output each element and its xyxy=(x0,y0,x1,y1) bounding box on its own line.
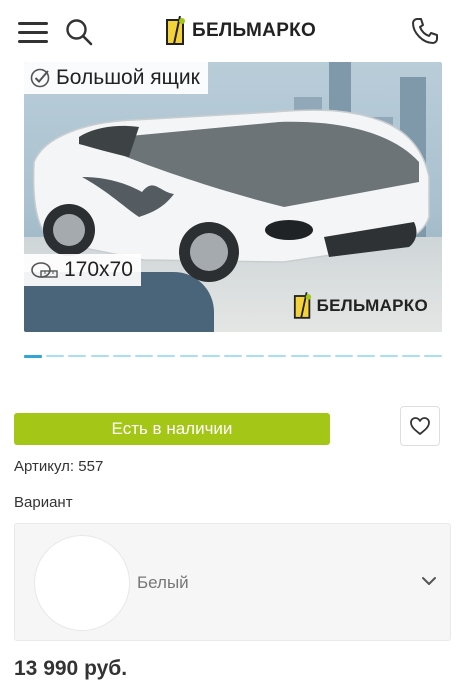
slider-dot[interactable] xyxy=(201,355,220,357)
slider-dot[interactable] xyxy=(135,355,154,357)
search-icon[interactable] xyxy=(64,17,94,47)
feature-badge-text: Большой ящик xyxy=(56,66,200,89)
tape-measure-icon xyxy=(31,262,58,278)
slider-dot[interactable] xyxy=(268,355,287,357)
slider-dot[interactable] xyxy=(90,355,109,357)
slider-dot[interactable] xyxy=(157,355,176,357)
size-badge-text: 170х70 xyxy=(64,258,133,281)
variant-label: Вариант xyxy=(14,494,73,511)
slider-dot[interactable] xyxy=(401,355,420,357)
slider-dot[interactable] xyxy=(423,355,442,357)
brand-watermark: БЕЛЬМАРКО xyxy=(293,292,428,320)
variant-select[interactable]: Белый xyxy=(14,523,451,641)
variant-color-swatch xyxy=(34,535,130,631)
variant-value: Белый xyxy=(137,573,189,592)
slider-dot[interactable] xyxy=(46,355,65,357)
in-stock-button[interactable]: Есть в наличии xyxy=(14,413,330,445)
header: БЕЛЬМАРКО xyxy=(0,0,465,62)
feature-badge: Большой ящик xyxy=(24,62,208,94)
add-to-favorites-button[interactable] xyxy=(400,406,440,446)
heart-icon xyxy=(410,417,430,435)
logo[interactable]: БЕЛЬМАРКО xyxy=(165,14,316,48)
product-sku: Артикул: 557 xyxy=(14,458,104,475)
slider-dot[interactable] xyxy=(68,355,87,357)
slider-dot[interactable] xyxy=(312,355,331,357)
slider-dot[interactable] xyxy=(290,355,309,357)
slider-dot[interactable] xyxy=(357,355,376,357)
product-price: 13 990 руб. xyxy=(14,657,128,680)
slider-dot[interactable] xyxy=(179,355,198,357)
watermark-text: БЕЛЬМАРКО xyxy=(316,296,428,315)
slider-dot[interactable] xyxy=(335,355,354,357)
checkmark-circle-icon xyxy=(30,68,50,88)
size-badge: 170х70 xyxy=(24,254,141,286)
menu-line xyxy=(18,22,48,25)
slider-dot[interactable] xyxy=(112,355,131,357)
logo-glass-icon xyxy=(166,16,185,45)
slider-dot[interactable] xyxy=(223,355,242,357)
logo-glass-icon xyxy=(293,292,311,319)
slider-dot[interactable] xyxy=(379,355,398,357)
hamburger-menu-icon[interactable] xyxy=(18,20,48,44)
slider-dot[interactable] xyxy=(24,355,42,358)
phone-icon[interactable] xyxy=(410,16,440,46)
menu-line xyxy=(18,40,48,43)
slider-pagination xyxy=(24,355,442,359)
product-image-slider[interactable]: Большой ящик 170х70 БЕЛЬМАРКО xyxy=(24,62,442,332)
chevron-down-icon xyxy=(422,577,436,585)
logo-text: БЕЛЬМАРКО xyxy=(192,20,317,41)
slider-dot[interactable] xyxy=(246,355,265,357)
menu-line xyxy=(18,31,48,34)
